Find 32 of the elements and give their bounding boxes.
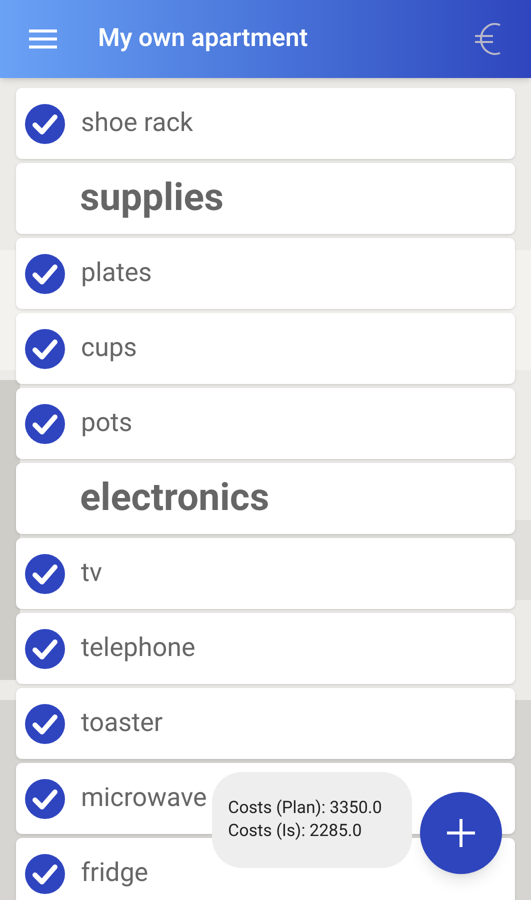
menu-icon[interactable] [28,28,58,50]
list-item[interactable]: shoe rack [16,88,515,159]
category-title: supplies [80,175,224,222]
item-label: tv [81,557,102,590]
checked-icon[interactable] [24,852,66,894]
checked-icon[interactable] [24,552,66,594]
item-label: fridge [81,857,148,890]
checked-icon[interactable] [24,252,66,294]
checked-icon[interactable] [24,102,66,144]
item-label: cups [81,332,137,365]
item-label: pots [81,407,132,440]
list-item[interactable]: pots [16,388,515,459]
item-label: microwave [81,782,207,815]
item-label: toaster [81,707,163,740]
app-title: My own apartment [98,23,308,56]
euro-icon[interactable] [473,20,503,58]
list-item[interactable]: tv [16,538,515,609]
plus-icon [445,817,477,849]
list-item[interactable]: cups [16,313,515,384]
item-label: telephone [81,632,196,665]
list-item[interactable]: plates [16,238,515,309]
category-title: electronics [80,475,270,522]
checked-icon[interactable] [24,402,66,444]
list-item[interactable]: telephone [16,613,515,684]
checked-icon[interactable] [24,628,66,670]
list-item[interactable]: toaster [16,688,515,759]
checked-icon[interactable] [24,778,66,820]
item-label: plates [81,257,152,290]
item-label: shoe rack [81,107,194,140]
checked-icon[interactable] [24,702,66,744]
toast-text: Costs (Plan): 3350.0 [228,797,383,820]
checked-icon[interactable] [24,328,66,370]
